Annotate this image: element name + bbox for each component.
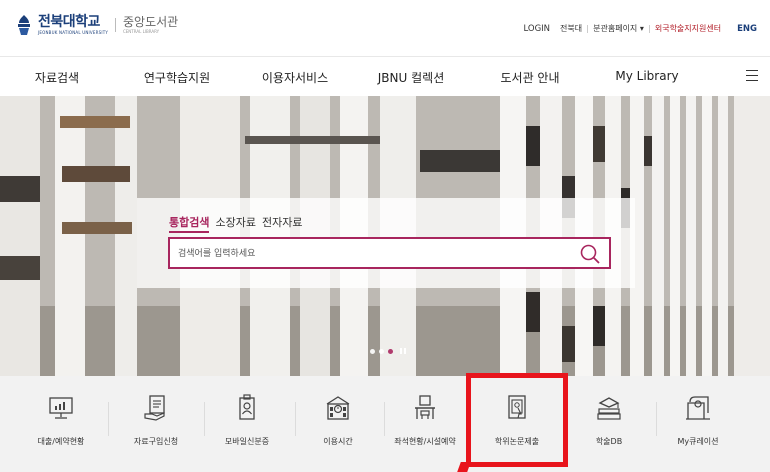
branch-jbnu-link[interactable]: 전북대 (555, 23, 587, 34)
nav-item-user-services[interactable]: 이용자서비스 (262, 69, 328, 86)
nav-item-my-library[interactable]: My Library (615, 69, 678, 83)
highlight-box (466, 373, 568, 467)
search-icon[interactable] (579, 243, 601, 265)
quick-item-hours[interactable]: 이용시간 (290, 376, 386, 472)
library-name: 중앙도서관 (122, 15, 179, 29)
carousel-dot[interactable] (370, 348, 375, 354)
branch-homepage-dropdown[interactable]: 분관홈페이지 ▾ (588, 23, 649, 34)
nav-item-research-support[interactable]: 연구학습지원 (144, 69, 210, 86)
english-link[interactable]: ENG (732, 24, 762, 34)
books-stack-icon (597, 397, 621, 420)
id-badge-icon (239, 394, 255, 420)
quick-item-label: 모바일신분증 (224, 437, 270, 446)
quick-menu: 대출/예약현황 자료구입신청 모바일신분증 이용시간 좌석현황/시설예약 학위논… (0, 376, 770, 472)
quick-item-label: 대출/예약현황 (37, 437, 85, 446)
foreign-journal-center-link[interactable]: 외국학술지지원센터 (650, 23, 726, 34)
quick-item-mobile-id[interactable]: 모바일신분증 (199, 376, 295, 472)
university-emblem-icon (18, 15, 30, 35)
university-name: 전북대학교 (38, 13, 100, 30)
carousel-dot-active[interactable] (388, 348, 393, 354)
utility-links: LOGIN 전북대 분관홈페이지 ▾ 외국학술지지원센터 ENG (518, 23, 762, 34)
monitor-chart-icon (49, 397, 73, 419)
university-name-en: JEONBUK NATIONAL UNIVERSITY (38, 29, 108, 35)
quick-item-my-curation[interactable]: My큐레이션 (650, 376, 746, 472)
curation-icon (686, 396, 710, 420)
search-input[interactable] (178, 245, 568, 263)
nav-item-jbnu-collection[interactable]: JBNU 컬렉션 (378, 69, 444, 86)
document-hand-icon (144, 395, 165, 421)
carousel-indicator (370, 348, 406, 354)
carousel-dot[interactable] (379, 348, 384, 354)
quick-item-seat-reservation[interactable]: 좌석현황/시설예약 (377, 376, 473, 472)
desk-chair-icon (415, 395, 435, 419)
quick-item-loan-status[interactable]: 대출/예약현황 (13, 376, 109, 472)
quick-item-academic-db[interactable]: 학술DB (561, 376, 657, 472)
quick-item-purchase-request[interactable]: 자료구입신청 (108, 376, 204, 472)
quick-item-label: 이용시간 (323, 437, 353, 446)
pause-icon[interactable] (400, 348, 406, 354)
quick-item-label: My큐레이션 (677, 437, 719, 446)
building-clock-icon (326, 396, 350, 420)
site-header: 전북대학교 JEONBUK NATIONAL UNIVERSITY 중앙도서관 … (0, 0, 770, 56)
search-tabs: 통합검색 소장자료 전자자료 (169, 214, 308, 233)
site-logo[interactable]: 전북대학교 JEONBUK NATIONAL UNIVERSITY 중앙도서관 … (16, 14, 178, 36)
login-link[interactable]: LOGIN (518, 24, 555, 34)
tab-electronic-resources[interactable]: 전자자료 (262, 214, 302, 233)
quick-item-label: 자료구입신청 (133, 437, 179, 446)
quick-item-label: 학술DB (595, 437, 623, 446)
library-name-en: CENTRAL LIBRARY (122, 29, 160, 34)
tab-integrated-search[interactable]: 통합검색 (169, 214, 210, 233)
tab-holdings[interactable]: 소장자료 (215, 214, 255, 233)
nav-item-library-info[interactable]: 도서관 안내 (500, 69, 559, 86)
quick-item-label: 좌석현황/시설예약 (394, 437, 456, 446)
search-box (168, 237, 611, 269)
search-panel: 통합검색 소장자료 전자자료 (137, 198, 635, 288)
main-nav: 자료검색 연구학습지원 이용자서비스 JBNU 컬렉션 도서관 안내 My Li… (0, 56, 770, 96)
menu-icon[interactable] (746, 70, 758, 81)
nav-item-search[interactable]: 자료검색 (35, 69, 79, 86)
hero-banner: 통합검색 소장자료 전자자료 (0, 96, 770, 376)
